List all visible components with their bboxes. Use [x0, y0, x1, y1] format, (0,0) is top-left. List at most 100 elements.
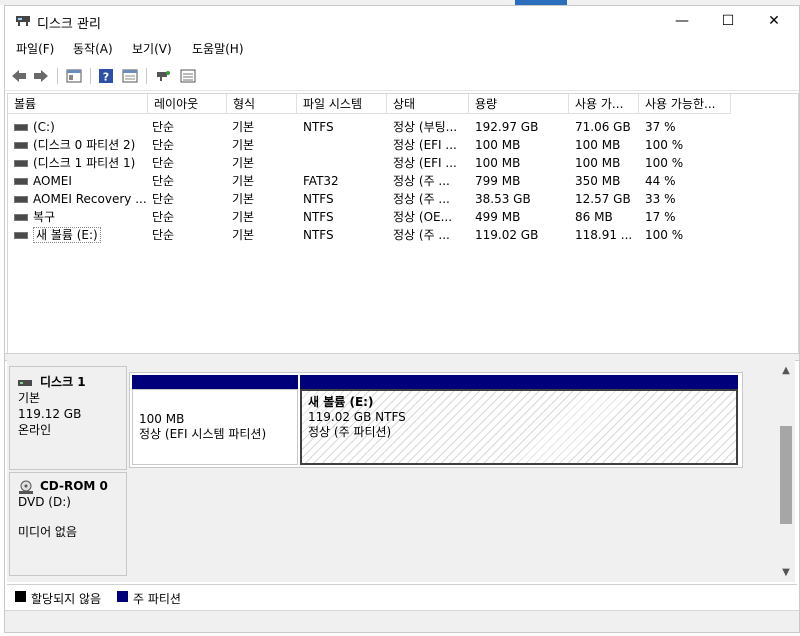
partition-efi[interactable]: 100 MB 정상 (EFI 시스템 파티션): [132, 375, 298, 465]
volume-list: 볼륨 레이아웃 형식 파일 시스템 상태 용량 사용 가... 사용 가능한..…: [7, 93, 799, 354]
volume-filesystem: NTFS: [303, 228, 334, 242]
table-row[interactable]: 새 볼륨 (E:) 단순 기본 NTFS 정상 (주 ... 119.02 GB…: [8, 226, 798, 244]
column-header-volume[interactable]: 볼륨: [8, 94, 148, 114]
volume-status: 정상 (EFI ...: [393, 156, 457, 170]
volume-filesystem: NTFS: [303, 192, 334, 206]
volume-layout: 단순: [152, 228, 175, 242]
cdrom-0-area: [129, 472, 777, 578]
chevron-down-icon[interactable]: ▼: [777, 564, 795, 580]
volume-layout: 단순: [152, 210, 175, 224]
column-header-filesystem[interactable]: 파일 시스템: [297, 94, 387, 114]
status-bar: [5, 610, 799, 632]
disk-management-icon: [16, 16, 30, 26]
menu-action[interactable]: 동작(A): [73, 40, 113, 57]
disk-name: 디스크 1: [40, 375, 86, 389]
toolbar-separator: [57, 68, 58, 84]
volume-percent-free: 100 %: [645, 138, 684, 152]
column-header-free-space[interactable]: 사용 가...: [569, 94, 639, 114]
volume-filesystem: [303, 154, 385, 172]
console-tree-icon[interactable]: [65, 67, 83, 85]
disk-1-label[interactable]: 디스크 1 기본 119.12 GB 온라인: [9, 366, 127, 470]
volume-capacity: 119.02 GB: [475, 228, 539, 242]
volume-filesystem: FAT32: [303, 174, 339, 188]
volume-free: 86 MB: [575, 210, 613, 224]
volume-percent-free: 100 %: [645, 228, 684, 242]
disk-type: DVD (D:): [18, 494, 71, 509]
partition-new-volume-e[interactable]: 새 볼륨 (E:) 119.02 GB NTFS 정상 (주 파티션): [300, 375, 738, 465]
partition-status: 정상 (주 파티션): [308, 425, 392, 439]
volume-name: 복구: [33, 210, 56, 224]
table-row[interactable]: 복구 단순 기본 NTFS 정상 (OE... 499 MB 86 MB 17 …: [8, 208, 798, 226]
column-header-percent-free[interactable]: 사용 가능한...: [639, 94, 731, 114]
volume-name: (디스크 0 파티션 2): [33, 138, 136, 152]
volume-percent-free: 100 %: [645, 156, 684, 170]
volume-icon: [14, 160, 28, 167]
volume-type: 기본: [232, 156, 255, 170]
column-header-layout[interactable]: 레이아웃: [148, 94, 227, 114]
menu-view[interactable]: 보기(V): [132, 40, 172, 57]
volume-icon: [14, 232, 28, 239]
help-icon[interactable]: ?: [97, 67, 115, 85]
table-row[interactable]: AOMEI 단순 기본 FAT32 정상 (주 ... 799 MB 350 M…: [8, 172, 798, 190]
disk-1-partitions: 100 MB 정상 (EFI 시스템 파티션) 새 볼륨 (E:) 119.02…: [129, 372, 743, 468]
volume-status: 정상 (EFI ...: [393, 138, 457, 152]
menu-bar: 파일(F) 동작(A) 보기(V) 도움말(H): [5, 37, 799, 59]
disk-size: 119.12 GB: [18, 407, 82, 421]
volume-name: 새 볼륨 (E:): [33, 227, 101, 243]
disk-status: 미디어 없음: [18, 524, 78, 539]
connect-icon[interactable]: [154, 67, 172, 85]
volume-layout: 단순: [152, 192, 175, 206]
menu-help[interactable]: 도움말(H): [192, 40, 244, 57]
disk-icon: [18, 379, 32, 386]
chevron-up-icon[interactable]: ▲: [777, 362, 795, 378]
list-view-icon[interactable]: [179, 67, 197, 85]
partition-bar: [132, 375, 298, 389]
legend-label-unallocated: 할당되지 않음: [31, 592, 102, 606]
volume-type: 기본: [232, 120, 255, 134]
volume-layout: 단순: [152, 156, 175, 170]
title-bar[interactable]: 디스크 관리 — ☐ ✕: [5, 6, 799, 36]
properties-icon[interactable]: [121, 67, 139, 85]
volume-name: (디스크 1 파티션 1): [33, 156, 136, 170]
volume-capacity: 799 MB: [475, 174, 521, 188]
table-row[interactable]: AOMEI Recovery ... 단순 기본 NTFS 정상 (주 ... …: [8, 190, 798, 208]
volume-free: 12.57 GB: [575, 192, 631, 206]
volume-status: 정상 (주 ...: [393, 228, 450, 242]
table-row[interactable]: (디스크 0 파티션 2) 단순 기본 정상 (EFI ... 100 MB 1…: [8, 136, 798, 154]
volume-status: 정상 (주 ...: [393, 174, 450, 188]
menu-file[interactable]: 파일(F): [16, 40, 54, 57]
toolbar: ?: [5, 62, 799, 91]
volume-capacity: 100 MB: [475, 156, 521, 170]
column-header-type[interactable]: 형식: [227, 94, 297, 114]
volume-percent-free: 37 %: [645, 120, 676, 134]
toolbar-separator: [90, 68, 91, 84]
window-title: 디스크 관리: [37, 17, 101, 32]
graph-scrollbar[interactable]: ▲ ▼: [777, 360, 795, 582]
volume-type: 기본: [232, 138, 255, 152]
volume-status: 정상 (주 ...: [393, 192, 450, 206]
column-header-status[interactable]: 상태: [387, 94, 469, 114]
partition-size: 100 MB: [139, 412, 185, 426]
legend-swatch-primary: [117, 591, 128, 602]
scrollbar-thumb[interactable]: [780, 426, 792, 524]
back-icon[interactable]: [10, 67, 28, 85]
table-row[interactable]: (디스크 1 파티션 1) 단순 기본 정상 (EFI ... 100 MB 1…: [8, 154, 798, 172]
volume-free: 71.06 GB: [575, 120, 631, 134]
volume-free: 100 MB: [575, 156, 621, 170]
minimize-button[interactable]: —: [659, 6, 705, 36]
table-row[interactable]: (C:) 단순 기본 NTFS 정상 (부팅... 192.97 GB 71.0…: [8, 118, 798, 136]
legend-swatch-unallocated: [15, 591, 26, 602]
cdrom-icon: [19, 480, 33, 494]
forward-icon[interactable]: [32, 67, 50, 85]
maximize-button[interactable]: ☐: [705, 6, 751, 36]
volume-icon: [14, 142, 28, 149]
disk-management-window: 디스크 관리 — ☐ ✕ 파일(F) 동작(A) 보기(V) 도움말(H) ?: [4, 5, 800, 633]
column-header-capacity[interactable]: 용량: [469, 94, 569, 114]
volume-percent-free: 33 %: [645, 192, 676, 206]
svg-text:?: ?: [103, 71, 109, 84]
cdrom-0-label[interactable]: CD-ROM 0 DVD (D:) 미디어 없음: [9, 472, 127, 576]
close-button[interactable]: ✕: [751, 6, 797, 36]
volume-icon: [14, 178, 28, 185]
volume-name: AOMEI Recovery ...: [33, 192, 147, 206]
minimize-icon: —: [675, 13, 689, 29]
